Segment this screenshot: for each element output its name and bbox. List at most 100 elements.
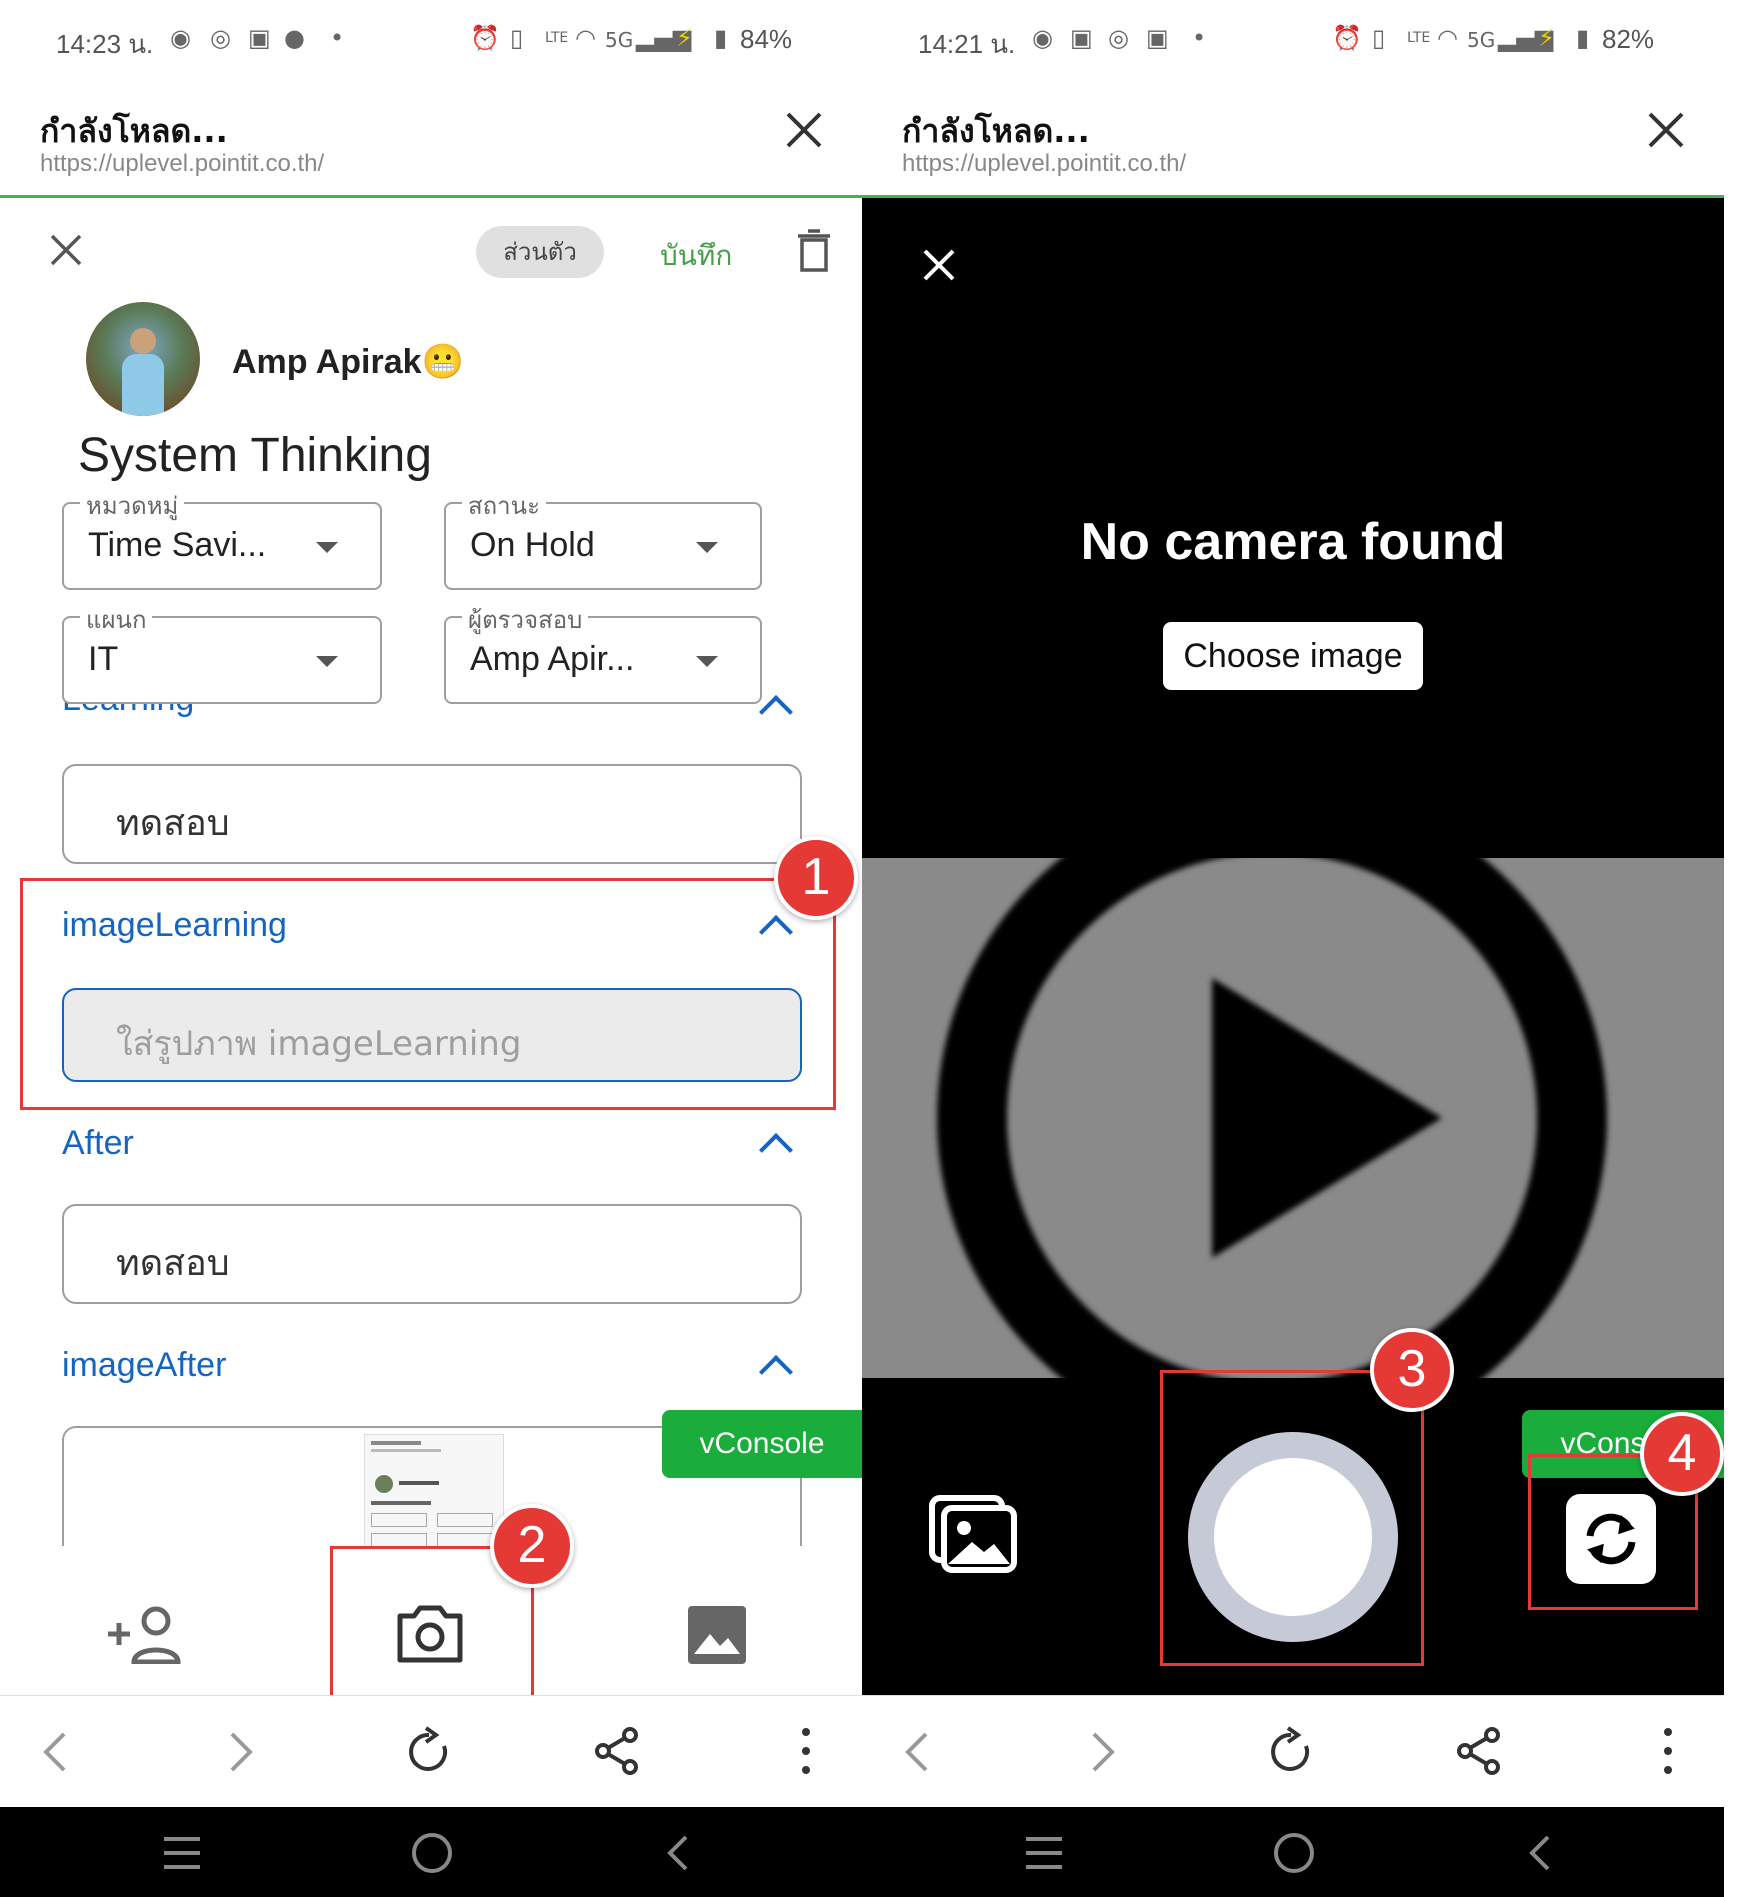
thumbnail-line <box>399 1481 439 1485</box>
after-textarea[interactable]: ทดสอบ <box>62 1204 802 1304</box>
learning-value: ทดสอบ <box>116 803 230 844</box>
learning-textarea[interactable]: ทดสอบ <box>62 764 802 864</box>
left-screenshot: 14:23 น. ◉ ◎ ▣ ● • ⏰ ▯ LTE ◠ 5G ▂▄▆ ⚡ ▮ … <box>0 0 862 1897</box>
annotation-badge-4: 4 <box>1640 1412 1724 1496</box>
thumbnail-line <box>371 1441 421 1445</box>
category-label: หมวดหมู่ <box>80 486 185 525</box>
home-icon[interactable] <box>410 1831 454 1875</box>
close-browser-icon[interactable] <box>782 108 826 152</box>
department-select[interactable]: แผนก IT <box>62 600 382 704</box>
dropdown-arrow-icon <box>696 542 718 553</box>
shop-icon: ▣ <box>1146 24 1169 52</box>
hotspot-icon: ◠ <box>575 24 596 52</box>
status-time: 14:23 น. <box>56 29 154 59</box>
home-icon[interactable] <box>1272 1831 1316 1875</box>
annotation-badge-2: 2 <box>490 1504 574 1588</box>
reviewer-label: ผู้ตรวจสอบ <box>462 600 589 639</box>
back-arrow-icon[interactable] <box>902 1730 932 1774</box>
messenger-icon: ◉ <box>170 24 191 52</box>
section-title-image-after: imageAfter <box>62 1346 227 1384</box>
reload-icon[interactable] <box>404 1726 454 1778</box>
close-camera-icon[interactable] <box>922 248 956 282</box>
play-icon <box>937 858 1607 1378</box>
vconsole-button[interactable]: vConsole <box>662 1410 862 1478</box>
user-emoji: 😬 <box>421 343 464 381</box>
chevron-up-icon[interactable] <box>759 1355 793 1389</box>
more-menu-icon[interactable] <box>1658 1726 1678 1776</box>
recent-apps-icon[interactable] <box>162 1835 202 1871</box>
annotation-badge-1: 1 <box>774 836 858 920</box>
forward-arrow-icon[interactable] <box>1088 1730 1118 1774</box>
image-icon[interactable] <box>686 1604 748 1666</box>
volte-icon: LTE <box>1407 30 1431 46</box>
status-bar: 14:21 น. ◉ ▣ ◎ ▣ • ⏰ ▯ LTE ◠ 5G ▂▄▆ ⚡ ▮ … <box>862 0 1724 80</box>
visibility-chip[interactable]: ส่วนตัว <box>476 226 604 278</box>
dropdown-arrow-icon <box>316 656 338 667</box>
choose-image-button[interactable]: Choose image <box>1163 622 1423 690</box>
chevron-up-icon[interactable] <box>759 695 793 729</box>
url-text[interactable]: https://uplevel.pointit.co.th/ <box>40 150 324 178</box>
system-back-icon[interactable] <box>1526 1833 1554 1873</box>
avatar-face <box>130 328 156 354</box>
charging-icon: ⚡ <box>1538 24 1555 52</box>
back-arrow-icon[interactable] <box>40 1730 70 1774</box>
messenger-icon: ◉ <box>1032 24 1053 52</box>
department-label: แผนก <box>80 600 153 639</box>
thumbnail-line <box>371 1501 431 1505</box>
battery-icon: ▮ <box>1576 24 1590 52</box>
dot-icon: • <box>1192 24 1207 52</box>
category-select[interactable]: หมวดหมู่ Time Savi... <box>62 486 382 590</box>
status-label: สถานะ <box>462 486 546 525</box>
close-form-icon[interactable] <box>48 232 84 268</box>
share-icon[interactable] <box>594 1726 640 1776</box>
category-value: Time Savi... <box>88 526 267 564</box>
status-select[interactable]: สถานะ On Hold <box>444 486 762 590</box>
reload-icon[interactable] <box>1266 1726 1316 1778</box>
close-browser-icon[interactable] <box>1644 108 1688 152</box>
instagram-icon: ◎ <box>1108 24 1129 52</box>
image-thumbnail <box>364 1434 504 1548</box>
system-back-icon[interactable] <box>664 1833 692 1873</box>
app-icon: ● <box>284 24 305 52</box>
add-person-icon[interactable] <box>104 1604 184 1664</box>
browser-nav-bar <box>862 1695 1724 1807</box>
user-name-text: Amp Apirak <box>232 343 422 381</box>
battery-percent: 84% <box>740 24 793 54</box>
browser-url-bar: กำลังโหลด... https://uplevel.pointit.co.… <box>862 80 1724 198</box>
reviewer-value: Amp Apir... <box>470 640 635 678</box>
user-name: Amp Apirak😬 <box>232 342 464 382</box>
recent-apps-icon[interactable] <box>1024 1835 1064 1871</box>
browser-url-bar: กำลังโหลด... https://uplevel.pointit.co.… <box>0 80 862 198</box>
chevron-up-icon[interactable] <box>759 1133 793 1167</box>
shop-icon: ▣ <box>248 24 271 52</box>
hotspot-icon: ◠ <box>1437 24 1458 52</box>
reviewer-select[interactable]: ผู้ตรวจสอบ Amp Apir... <box>444 600 762 704</box>
forward-arrow-icon[interactable] <box>226 1730 256 1774</box>
gallery-icon[interactable] <box>928 1494 1018 1574</box>
vibrate-icon: ▯ <box>1372 24 1386 52</box>
more-menu-icon[interactable] <box>796 1726 816 1776</box>
alarm-icon: ⏰ <box>470 24 500 52</box>
thumbnail-avatar <box>375 1475 393 1493</box>
annotation-box-3 <box>1160 1370 1424 1666</box>
5g-icon: 5G <box>1467 28 1496 52</box>
no-camera-message: No camera found <box>1080 513 1506 571</box>
url-text[interactable]: https://uplevel.pointit.co.th/ <box>902 150 1186 178</box>
avatar <box>86 302 200 416</box>
system-nav-bar <box>862 1807 1724 1897</box>
annotation-badge-3: 3 <box>1370 1328 1454 1412</box>
dot-icon: • <box>330 24 345 52</box>
dropdown-arrow-icon <box>696 656 718 667</box>
save-button[interactable]: บันทึก <box>660 234 732 278</box>
charging-icon: ⚡ <box>676 24 693 52</box>
delete-icon[interactable] <box>796 228 832 272</box>
battery-icon: ▮ <box>714 24 728 52</box>
status-time: 14:21 น. <box>918 29 1016 59</box>
vibrate-icon: ▯ <box>510 24 524 52</box>
system-nav-bar <box>0 1807 862 1897</box>
share-icon[interactable] <box>1456 1726 1502 1776</box>
thumbnail-line <box>371 1449 441 1452</box>
app-icon: ▣ <box>1070 24 1093 52</box>
instagram-icon: ◎ <box>210 24 231 52</box>
thumbnail-field <box>437 1513 493 1527</box>
